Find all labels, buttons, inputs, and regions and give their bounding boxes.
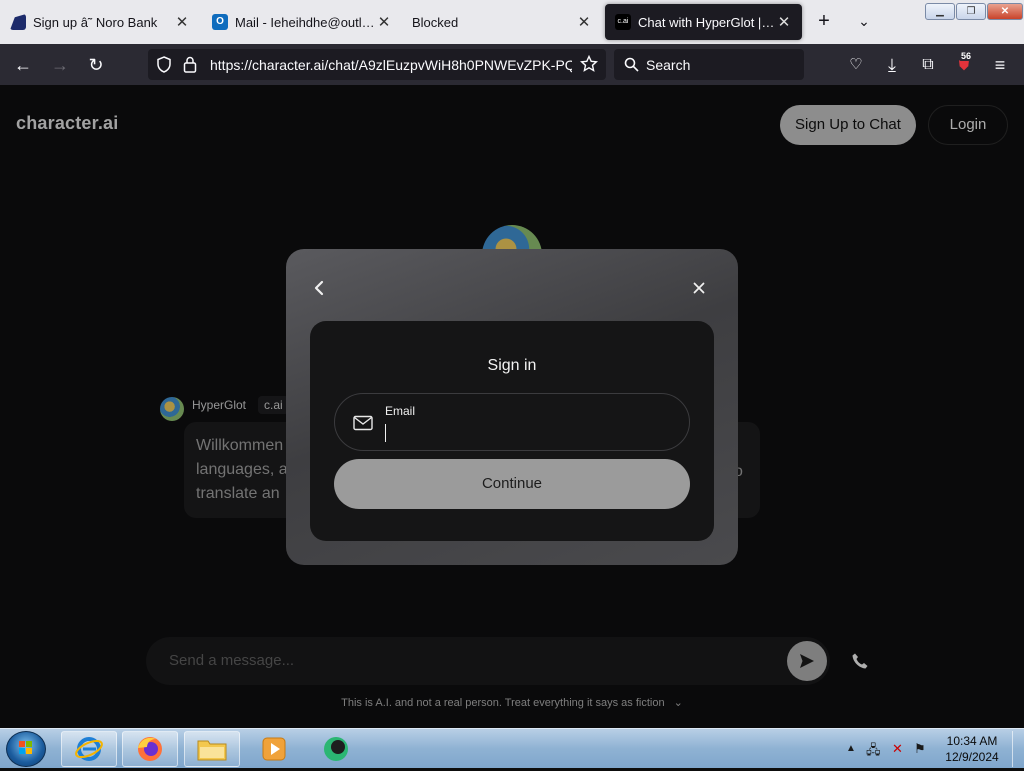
close-tab-icon[interactable]: ✕ xyxy=(174,13,190,31)
menu-hamburger-icon[interactable]: ≡ xyxy=(987,52,1013,78)
email-input-caret[interactable] xyxy=(385,424,386,442)
green-app-icon xyxy=(324,737,348,761)
tab-title: Mail - Ieheihdhe@outlook xyxy=(235,14,376,30)
tab-hyperglot-chat[interactable]: c.ai Chat with HyperGlot | cha ✕ xyxy=(605,4,802,40)
firefox-icon xyxy=(138,737,162,761)
close-tab-icon[interactable]: ✕ xyxy=(376,13,392,31)
extensions-puzzle-icon[interactable]: ⧉ xyxy=(915,52,941,78)
tab-title: Sign up â˜ Noro Bank xyxy=(33,14,158,30)
internet-explorer-icon xyxy=(75,737,103,761)
file-explorer-taskbar-button[interactable] xyxy=(184,731,240,767)
character-ai-icon: c.ai xyxy=(615,14,631,30)
close-window-button[interactable]: ✕ xyxy=(987,3,1023,20)
tab-outlook-mail[interactable]: O Mail - Ieheihdhe@outlook ✕ xyxy=(202,4,402,40)
url-text[interactable]: https://character.ai/chat/A9zlEuzpvWiH8h… xyxy=(210,57,572,73)
browser-tab-strip: Sign up â˜ Noro Bank ✕ O Mail - Ieheihdh… xyxy=(0,0,1024,44)
bookmark-star-icon[interactable] xyxy=(580,55,598,73)
folder-icon xyxy=(197,740,227,761)
close-icon[interactable] xyxy=(688,277,710,299)
list-tabs-chevron-icon[interactable]: ⌄ xyxy=(851,13,877,30)
envelope-icon xyxy=(353,415,373,431)
app-taskbar-button[interactable] xyxy=(308,731,364,767)
volume-muted-icon[interactable]: ✕ xyxy=(892,741,903,757)
new-tab-button[interactable]: + xyxy=(811,10,837,33)
shield-icon[interactable] xyxy=(156,56,172,73)
sign-in-modal: Sign in Email Continue xyxy=(286,249,738,565)
reload-icon[interactable]: ↻ xyxy=(83,52,109,78)
firefox-taskbar-button[interactable] xyxy=(122,731,178,767)
search-bar[interactable]: Search xyxy=(614,49,804,80)
browser-navigation-bar: ← → ↻ https://character.ai/chat/A9zlEuzp… xyxy=(0,44,1024,85)
back-arrow-icon[interactable]: ← xyxy=(10,52,36,78)
email-label: Email xyxy=(385,404,416,418)
windows-logo-icon xyxy=(19,741,32,754)
tab-title: Chat with HyperGlot | cha xyxy=(638,14,776,30)
network-icon[interactable]: 🖧 xyxy=(866,741,881,763)
maximize-button[interactable]: ❐ xyxy=(956,3,986,20)
lock-icon[interactable] xyxy=(183,56,197,73)
downloads-icon[interactable]: ⤓ xyxy=(879,52,905,78)
character-ai-page: character.ai Sign Up to Chat Login Hyper… xyxy=(0,85,1024,728)
start-button[interactable] xyxy=(6,731,46,767)
media-player-taskbar-button[interactable] xyxy=(246,731,302,767)
forward-arrow-icon[interactable]: → xyxy=(47,52,73,78)
media-player-icon xyxy=(262,737,286,761)
address-bar[interactable]: https://character.ai/chat/A9zlEuzpvWiH8h… xyxy=(148,49,606,80)
continue-button[interactable]: Continue xyxy=(334,459,690,509)
outlook-icon: O xyxy=(212,14,228,30)
show-hidden-icons-icon[interactable]: ▲ xyxy=(846,743,856,754)
tab-blocked[interactable]: Blocked ✕ xyxy=(402,4,602,40)
noro-bank-icon xyxy=(10,14,26,30)
email-field[interactable]: Email xyxy=(334,393,690,451)
system-clock[interactable]: 10:34 AM 12/9/2024 xyxy=(940,733,1004,765)
extension-badge: 56 xyxy=(959,51,974,61)
close-tab-icon[interactable]: ✕ xyxy=(576,13,592,31)
sign-in-title: Sign in xyxy=(487,357,537,374)
internet-explorer-taskbar-button[interactable] xyxy=(61,731,117,767)
tab-title: Blocked xyxy=(412,14,459,30)
clock-date: 12/9/2024 xyxy=(945,750,999,764)
pocket-icon[interactable]: ♡ xyxy=(843,52,869,78)
tab-noro-bank[interactable]: Sign up â˜ Noro Bank ✕ xyxy=(0,4,200,40)
close-tab-icon[interactable]: ✕ xyxy=(776,13,792,31)
search-placeholder: Search xyxy=(646,57,691,73)
minimize-button[interactable]: ▁ xyxy=(925,3,955,20)
action-center-flag-icon[interactable]: ⚑ xyxy=(914,741,926,757)
windows-taskbar: ▲ 🖧 ✕ ⚑ 10:34 AM 12/9/2024 xyxy=(0,728,1024,768)
sign-in-panel: Sign in Email Continue xyxy=(310,321,714,541)
show-desktop-button[interactable] xyxy=(1012,731,1022,767)
search-icon xyxy=(624,57,639,72)
clock-time: 10:34 AM xyxy=(946,734,998,748)
back-chevron-icon[interactable] xyxy=(308,277,330,299)
